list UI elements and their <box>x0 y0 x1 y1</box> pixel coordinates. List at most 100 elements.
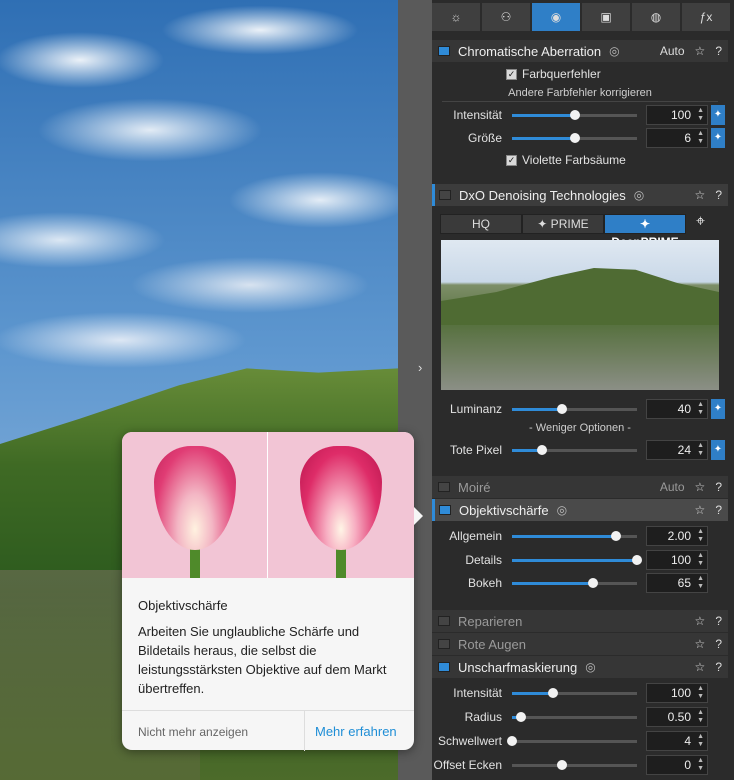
slider-label: Offset Ecken <box>433 758 502 772</box>
mode-deepprime[interactable]: ✦ DeepPRIME <box>604 214 686 249</box>
bokeh-value-field[interactable]: 65 ▲ ▼ <box>646 573 708 593</box>
red-eye-toggle[interactable] <box>438 639 450 649</box>
tooltip-body: Arbeiten Sie unglaubliche Schärfe und Bi… <box>138 624 387 696</box>
eye-icon[interactable]: ◎ <box>557 503 567 517</box>
tooltip-footer: Nicht mehr anzeigen Mehr erfahren <box>122 710 414 751</box>
section-title: Rote Augen <box>458 636 526 652</box>
details-slider[interactable] <box>512 555 642 565</box>
tab-color[interactable]: ⚇ <box>482 3 530 31</box>
auto-wand-icon[interactable]: ✦ <box>711 128 725 148</box>
ca-toggle[interactable] <box>438 46 450 56</box>
help-icon[interactable]: ? <box>715 480 722 494</box>
repair-toggle[interactable] <box>438 616 450 626</box>
tab-geometry[interactable]: ▣ <box>582 3 630 31</box>
fewer-options-link[interactable]: - Weniger Optionen - <box>432 422 728 434</box>
section-title: Chromatische Aberration <box>458 43 602 59</box>
slider-label: Radius <box>464 710 502 724</box>
local-adjust-icon: ◍ <box>650 10 662 24</box>
star-icon[interactable]: ☆ <box>695 660 706 674</box>
offset-corners-field[interactable]: 0 ▲ ▼ <box>646 755 708 775</box>
unsharp-intensity-field[interactable]: 100 ▲ ▼ <box>646 683 708 703</box>
help-icon[interactable]: ? <box>715 44 722 58</box>
intensity-slider[interactable] <box>512 110 637 120</box>
mode-prime[interactable]: ✦ PRIME <box>522 214 604 234</box>
star-icon[interactable]: ☆ <box>695 503 706 517</box>
section-unsharp-mask[interactable]: Unscharfmaskierung ◎ ☆ ? <box>432 656 728 678</box>
denoise-preview[interactable] <box>441 240 719 390</box>
collapse-chevron-icon[interactable]: › <box>418 360 422 375</box>
slider-label: Details <box>465 553 502 567</box>
size-value-field[interactable]: 6 ▲ ▼ <box>646 128 708 148</box>
tab-light[interactable]: ☼ <box>432 3 480 31</box>
size-slider[interactable] <box>512 133 637 143</box>
divider <box>442 101 718 102</box>
radius-value-field[interactable]: 0.50 ▲ ▼ <box>646 707 708 727</box>
section-lens-sharpness[interactable]: Objektivschärfe ◎ ☆ ? <box>432 499 728 521</box>
section-title: Objektivschärfe <box>459 502 549 518</box>
checkbox-icon: ✓ <box>506 154 517 166</box>
section-moire[interactable]: Moiré Auto ☆ ? <box>432 476 728 498</box>
tab-detail[interactable]: ◉ <box>532 3 580 31</box>
tooltip-title: Objektivschärfe <box>138 598 228 613</box>
help-icon[interactable]: ? <box>715 637 722 651</box>
offset-corners-slider[interactable] <box>512 760 637 770</box>
luminance-row: Luminanz 40 ▲ ▼ ✦ <box>432 399 728 419</box>
intensity-value-field[interactable]: 100 ▲ ▼ <box>646 105 708 125</box>
radius-slider[interactable] <box>512 712 637 722</box>
section-chromatic-aberration[interactable]: Chromatische Aberration ◎ Auto ☆ ? <box>432 40 728 62</box>
auto-wand-icon[interactable]: ✦ <box>711 105 725 125</box>
sharpness-toggle[interactable] <box>439 505 451 515</box>
dont-show-again-button[interactable]: Nicht mehr anzeigen <box>138 725 248 739</box>
auto-wand-icon[interactable]: ✦ <box>711 399 725 419</box>
general-value-field[interactable]: 2.00 ▲ ▼ <box>646 526 708 546</box>
lateral-chromatic-checkbox[interactable]: ✓ Farbquerfehler <box>506 67 601 81</box>
help-icon[interactable]: ? <box>715 503 722 517</box>
geometry-icon: ▣ <box>600 10 612 24</box>
preview-hill <box>441 268 719 325</box>
help-icon[interactable]: ? <box>715 188 722 202</box>
star-icon[interactable]: ☆ <box>695 188 706 202</box>
auto-label[interactable]: Auto <box>660 480 685 494</box>
palette-tabs: ☼ ⚇ ◉ ▣ ◍ ƒx <box>432 3 734 31</box>
auto-wand-icon[interactable]: ✦ <box>711 440 725 460</box>
star-icon[interactable]: ☆ <box>695 614 706 628</box>
threshold-slider[interactable] <box>507 736 637 746</box>
tab-effects[interactable]: ƒx <box>682 3 730 31</box>
section-repair[interactable]: Reparieren ☆ ? <box>432 610 728 632</box>
section-denoising[interactable]: DxO Denoising Technologies ◎ ☆ ? <box>432 184 728 206</box>
help-icon[interactable]: ? <box>715 614 722 628</box>
denoise-mode-selector: HQ ✦ PRIME ✦ DeepPRIME <box>440 214 686 249</box>
eye-icon[interactable]: ◎ <box>585 660 595 674</box>
dead-pixel-value-field[interactable]: 24 ▲ ▼ <box>646 440 708 460</box>
star-icon[interactable]: ☆ <box>695 44 706 58</box>
auto-label[interactable]: Auto <box>660 44 685 58</box>
luminance-value-field[interactable]: 40 ▲ ▼ <box>646 399 708 419</box>
general-slider[interactable] <box>512 531 637 541</box>
details-row: Details 100 ▲ ▼ <box>432 550 728 570</box>
details-value-field[interactable]: 100 ▲ ▼ <box>646 550 708 570</box>
checkbox-label: Farbquerfehler <box>522 67 601 81</box>
target-icon[interactable]: ⌖ <box>696 213 705 231</box>
tab-local-adjust[interactable]: ◍ <box>632 3 680 31</box>
section-red-eye[interactable]: Rote Augen ☆ ? <box>432 633 728 655</box>
unsharp-toggle[interactable] <box>438 662 450 672</box>
mode-hq[interactable]: HQ <box>440 214 522 234</box>
threshold-row: Schwellwert 4 ▲ ▼ <box>432 731 728 751</box>
slider-label: Luminanz <box>449 402 502 416</box>
denoise-toggle[interactable] <box>439 190 451 200</box>
dead-pixel-slider[interactable] <box>512 445 637 455</box>
bokeh-slider[interactable] <box>512 578 637 588</box>
learn-more-link[interactable]: Mehr erfahren <box>315 724 397 739</box>
moire-toggle[interactable] <box>438 482 450 492</box>
threshold-value-field[interactable]: 4 ▲ ▼ <box>646 731 708 751</box>
luminance-slider[interactable] <box>512 404 637 414</box>
star-icon[interactable]: ☆ <box>695 480 706 494</box>
star-icon[interactable]: ☆ <box>695 637 706 651</box>
eye-icon[interactable]: ◎ <box>634 188 644 202</box>
purple-fringing-checkbox[interactable]: ✓ Violette Farbsäume <box>506 153 626 167</box>
help-icon[interactable]: ? <box>715 660 722 674</box>
eye-icon[interactable]: ◎ <box>609 44 619 58</box>
after-image <box>268 432 414 578</box>
light-icon: ☼ <box>450 10 462 24</box>
unsharp-intensity-slider[interactable] <box>512 688 637 698</box>
